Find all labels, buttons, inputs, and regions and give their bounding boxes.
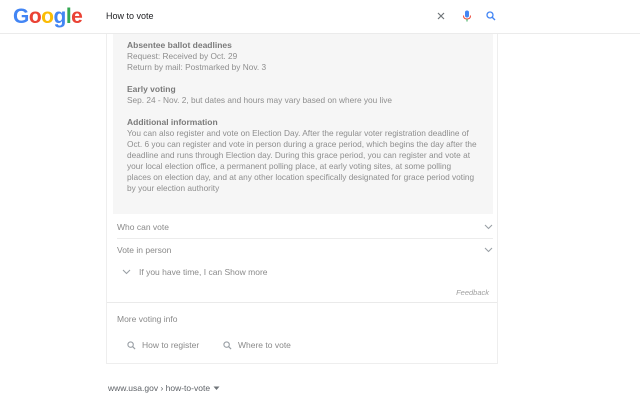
section-line: Request: Received by Oct. 29 (127, 51, 238, 61)
search-icon (223, 340, 232, 350)
details-section: Absentee ballot deadlines Request: Recei… (127, 40, 479, 73)
search-box (98, 3, 503, 29)
feedback-link[interactable]: Feedback (456, 288, 489, 297)
microphone-icon (463, 10, 471, 22)
details-section: Additional information You can also regi… (127, 117, 479, 194)
chevron-down-icon (483, 222, 493, 232)
close-icon (437, 12, 445, 20)
header: Google (0, 0, 640, 34)
section-title: Absentee ballot deadlines (127, 40, 232, 50)
section-line: deadline and runs through Election day. … (127, 150, 470, 160)
section-line: Sep. 24 - Nov. 2, but dates and hours ma… (127, 95, 393, 105)
logo-letter: o (41, 5, 54, 28)
chip-how-to-register[interactable]: How to register (127, 336, 199, 354)
logo-letter: o (28, 5, 42, 28)
voting-info-panel: Absentee ballot deadlines Request: Recei… (106, 34, 498, 364)
section-line: Return by mail: Postmarked by Nov. 3 (127, 62, 267, 72)
section-line: places on election day, and at any other… (127, 172, 475, 182)
section-line: by your election authority (127, 183, 220, 193)
logo-letter: e (71, 5, 83, 28)
chip-label: Where to vote (238, 340, 291, 350)
search-icon (127, 340, 136, 350)
section-line: your local election office, a permanent … (127, 161, 452, 171)
voting-details: Absentee ballot deadlines Request: Recei… (113, 34, 493, 214)
chip-where-to-vote[interactable]: Where to vote (223, 336, 291, 354)
accordion-vote-in-person[interactable]: Vote in person (117, 240, 493, 260)
divider (117, 238, 493, 239)
accordion-label: Vote in person (117, 245, 172, 255)
chevron-down-icon (483, 245, 493, 255)
details-section: Early voting Sep. 24 - Nov. 2, but dates… (127, 84, 479, 106)
search-input[interactable] (106, 7, 426, 25)
more-voting-info-title: More voting info (117, 314, 178, 324)
section-title: Early voting (127, 84, 176, 94)
clear-button[interactable] (432, 7, 450, 25)
citation-url: www.usa.gov › how-to-vote (108, 383, 211, 393)
google-logo[interactable]: Google (13, 5, 83, 29)
logo-letter: G (13, 5, 29, 28)
section-line: Oct. 6 you can register and vote in pers… (127, 139, 477, 149)
show-more-label: If you have time, I can Show more (139, 267, 268, 277)
chip-label: How to register (142, 340, 200, 350)
chevron-down-icon (121, 267, 131, 277)
section-line: You can also register and vote on Electi… (127, 128, 469, 138)
voice-search-button[interactable] (458, 7, 476, 25)
search-button[interactable] (482, 7, 500, 25)
section-title: Additional information (127, 117, 218, 127)
search-icon (486, 11, 496, 21)
accordion-label: Who can vote (117, 222, 169, 232)
show-more-button[interactable]: If you have time, I can Show more (121, 265, 268, 279)
accordion-who-can-vote[interactable]: Who can vote (117, 217, 493, 237)
result-citation[interactable]: www.usa.gov › how-to-vote (108, 383, 220, 393)
caret-down-icon[interactable] (213, 386, 220, 391)
logo-letter: g (53, 5, 67, 28)
divider (107, 302, 497, 303)
